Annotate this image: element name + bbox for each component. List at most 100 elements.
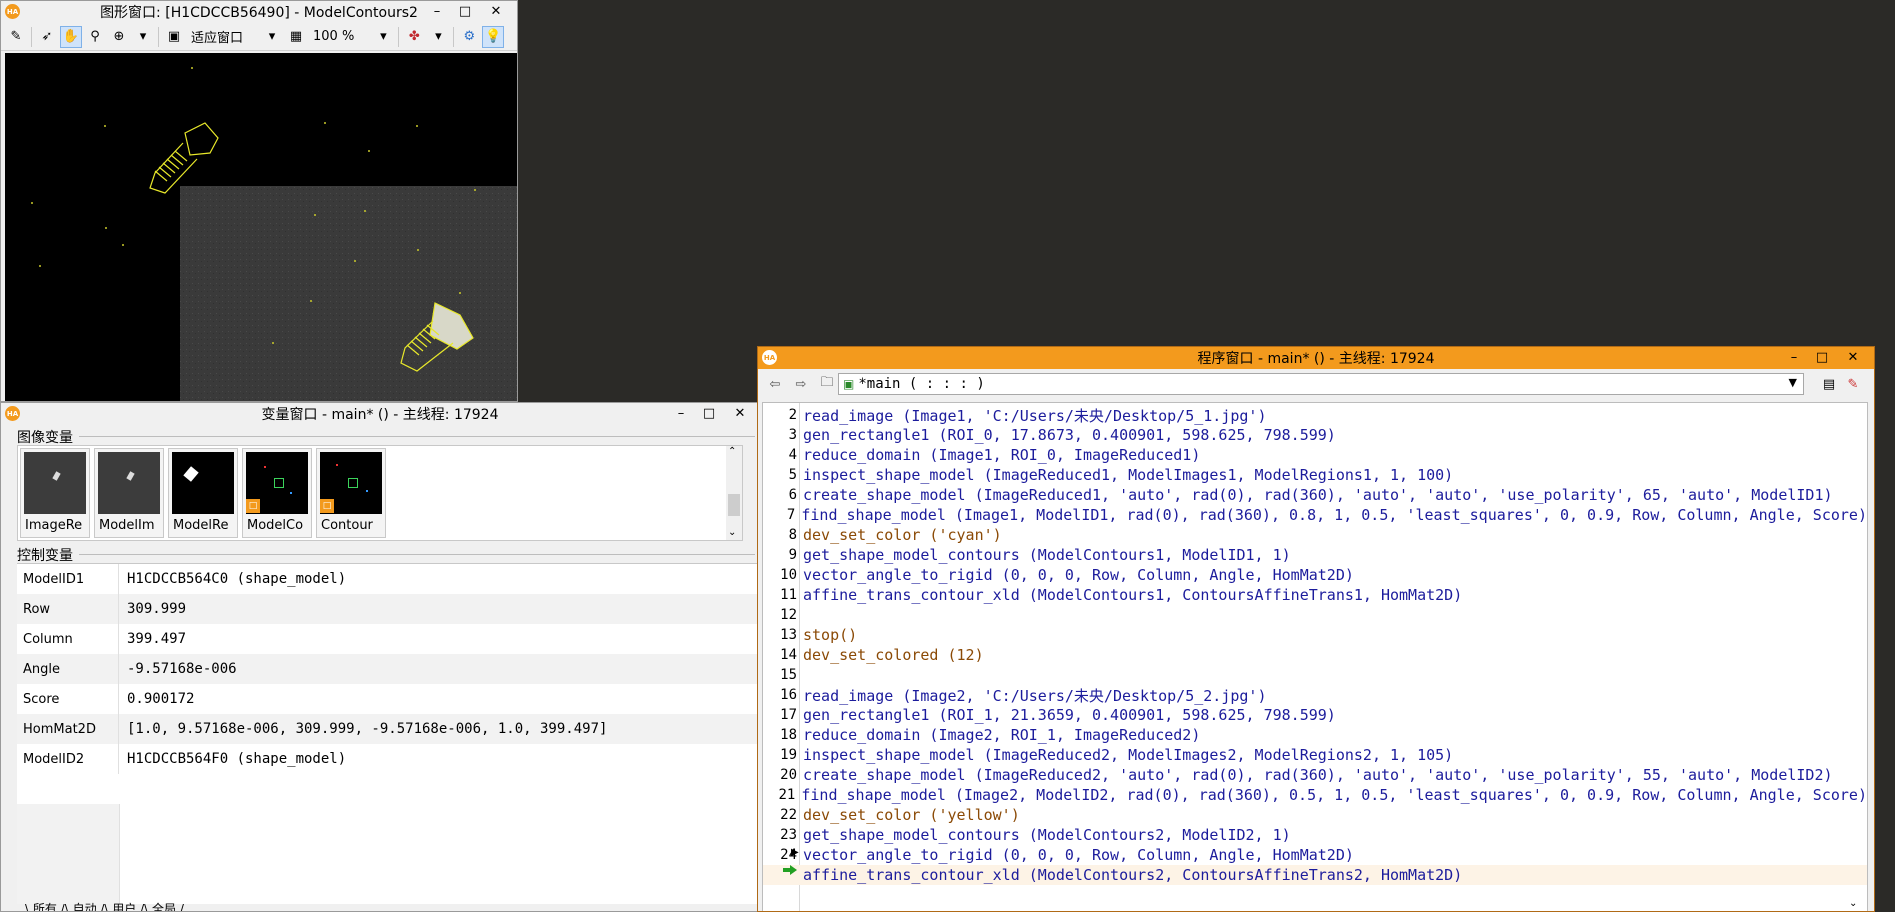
code-line[interactable]: 6 create_shape_model (ImageReduced1, 'aut… [763,485,1867,505]
procedure-edit-icon[interactable]: ▤ [1818,373,1840,395]
graphics-toolbar: ✎ ➶ ✋ ⚲ ⊕ ▾ ▣ 适应窗口 ▾ ▦ 100 % ▾ ✤ ▾ ⚙ 💡 [1,23,517,51]
line-number: 20 [780,767,797,783]
back-arrow-icon[interactable]: ⇦ [764,373,786,395]
control-var-name: Row [17,594,119,624]
code-text: read_image (Image2, 'C:/Users/未央/Desktop… [803,686,1267,705]
code-line[interactable]: 8 dev_set_color ('cyan') [763,525,1867,545]
code-line[interactable]: 21 find_shape_model (Image2, ModelID2, ra… [763,785,1868,805]
code-line[interactable]: 9 get_shape_model_contours (ModelContours… [763,545,1867,565]
code-text: dev_set_colored (12) [803,646,984,664]
code-text: get_shape_model_contours (ModelContours2… [803,826,1291,844]
program-window-titlebar[interactable]: HA 程序窗口 - main* () - 主线程: 17924 – □ ✕ [758,347,1874,369]
control-var-name: Column [17,624,119,654]
color-dropdown[interactable]: ▾ [427,26,449,48]
graphics-window: HA 图形窗口: [H1CDCCB56490] - ModelContours2… [0,0,518,402]
code-line[interactable]: 2 read_image (Image1, 'C:/Users/未央/Deskto… [763,405,1867,425]
iconic-var-name: ImageRe [25,518,83,533]
fit-window-icon[interactable]: ▣ [163,26,185,48]
code-line[interactable]: 5 inspect_shape_model (ImageReduced1, Mod… [763,465,1867,485]
line-number: 4 [788,447,797,463]
code-line[interactable]: 19 inspect_shape_model (ImageReduced2, Mo… [763,745,1867,765]
graphics-window-titlebar[interactable]: HA 图形窗口: [H1CDCCB56490] - ModelContours2… [1,1,517,23]
code-line[interactable]: 4 reduce_domain (Image1, ROI_0, ImageRedu… [763,445,1867,465]
code-line[interactable]: 3 gen_rectangle1 (ROI_0, 17.8673, 0.40090… [763,425,1867,445]
zoom-dropdown[interactable]: ▾ [132,26,154,48]
control-var-value: 0.900172 [127,691,195,707]
program-code-editor[interactable]: 2 read_image (Image1, 'C:/Users/未央/Deskto… [762,402,1868,911]
close-icon[interactable]: ✕ [1836,347,1870,367]
scroll-down-icon[interactable]: ⌄ [728,527,736,538]
iconic-var-thumbnail[interactable]: □ ModelCo [242,448,312,538]
scroll-down-icon[interactable]: ⌄ [1849,898,1863,911]
pencil-icon[interactable]: ✎ [5,26,27,48]
fit-window-dropdown[interactable]: ▾ [261,26,283,48]
iconic-var-thumbnail[interactable]: ModelIm [94,448,164,538]
scroll-up-icon[interactable]: ⌃ [728,446,736,457]
roi-tool-icon[interactable]: ⚙ [458,26,480,48]
code-line[interactable]: 14 dev_set_colored (12) [763,645,1867,665]
control-var-name: Angle [17,654,119,684]
procedure-name: *main ( : : : ) [858,376,985,392]
control-var-row[interactable]: Column 399.497 [17,624,759,654]
maximize-icon[interactable]: □ [451,1,479,21]
code-text: inspect_shape_model (ImageReduced1, Mode… [803,466,1454,484]
minimize-icon[interactable]: – [1780,347,1808,367]
code-line[interactable]: 10 vector_angle_to_rigid (0, 0, 0, Row, C… [763,565,1867,585]
hand-icon[interactable]: ✋ [60,25,82,48]
code-line[interactable]: 13 stop() [763,625,1867,645]
code-line[interactable]: 16 read_image (Image2, 'C:/Users/未央/Deskt… [763,685,1867,705]
zoom-in-icon[interactable]: ⊕ [108,26,130,48]
program-counter-arrow-icon [783,865,797,875]
color-palette-icon[interactable]: ✤ [403,26,425,48]
code-text: read_image (Image1, 'C:/Users/未央/Desktop… [803,406,1267,425]
close-icon[interactable]: ✕ [723,403,757,423]
minimize-icon[interactable]: – [667,403,695,423]
iconic-var-thumbnail[interactable]: ModelRe [168,448,238,538]
iconic-panel-scrollbar[interactable]: ⌃ ⌄ [726,446,742,540]
control-var-row[interactable]: ModelID1 H1CDCCB564C0 (shape_model) [17,564,759,594]
pointer-icon[interactable]: ➶ [36,26,58,48]
fit-window-label[interactable]: 适应窗口 [187,26,247,48]
control-var-value: 399.497 [127,631,187,647]
code-line[interactable]: 23 get_shape_model_contours (ModelContour… [763,825,1867,845]
close-icon[interactable]: ✕ [479,1,513,21]
code-line[interactable]: 20 create_shape_model (ImageReduced2, 'au… [763,765,1867,785]
control-var-row[interactable]: Score 0.900172 [17,684,759,714]
forward-arrow-icon[interactable]: ⇨ [790,373,812,395]
control-var-row[interactable]: HomMat2D [1.0, 9.57168e-006, 309.999, -9… [17,714,759,744]
procedure-delete-icon[interactable]: ✎ [1842,373,1864,395]
code-line[interactable]: 15 [763,665,1867,685]
zoom-percent-icon[interactable]: ▦ [285,26,307,48]
code-line-current[interactable]: affine_trans_contour_xld (ModelContours2… [763,865,1867,885]
iconic-var-thumbnail[interactable]: □ Contour [316,448,386,538]
variable-window-titlebar[interactable]: HA 变量窗口 - main* () - 主线程: 17924 – □ ✕ [1,403,759,425]
code-line[interactable]: 7 find_shape_model (Image1, ModelID1, rad… [763,505,1867,525]
code-line[interactable]: 17 gen_rectangle1 (ROI_1, 21.3659, 0.4009… [763,705,1867,725]
line-number: 14 [780,647,797,663]
variable-scope-tabs[interactable]: \ 所有 /\ 自动 /\ 用户 /\ 全局 / [25,900,184,911]
iconic-var-thumbnail[interactable]: ImageRe [20,448,90,538]
magnifier-icon[interactable]: ⚲ [84,26,106,48]
scrollbar-thumb[interactable] [728,494,740,516]
control-var-row[interactable]: Row 309.999 [17,594,759,624]
control-var-row[interactable]: ModelID2 H1CDCCB564F0 (shape_model) [17,744,759,774]
image-display-canvas[interactable] [5,53,517,401]
zoom-percent-label[interactable]: 100 % [309,26,358,48]
minimize-icon[interactable]: – [423,1,451,21]
code-line[interactable]: 18 reduce_domain (Image2, ROI_1, ImageRed… [763,725,1867,745]
code-line[interactable]: 24 vector_angle_to_rigid (0, 0, 0, Row, C… [763,845,1867,865]
procedure-selector[interactable]: ▣ *main ( : : : ) ▼ [838,373,1804,395]
maximize-icon[interactable]: □ [1808,347,1836,367]
control-var-row[interactable]: Angle -9.57168e-006 [17,654,759,684]
folder-icon[interactable]: 🗀 [816,373,838,395]
zoom-percent-dropdown[interactable]: ▾ [372,26,394,48]
code-line[interactable]: 12 [763,605,1867,625]
code-line[interactable]: 11 affine_trans_contour_xld (ModelContour… [763,585,1867,605]
code-line[interactable]: 22 dev_set_color ('yellow') [763,805,1867,825]
chevron-down-icon[interactable]: ▼ [1789,376,1797,389]
maximize-icon[interactable]: □ [695,403,723,423]
code-text: create_shape_model (ImageReduced2, 'auto… [803,766,1833,784]
code-text: affine_trans_contour_xld (ModelContours2… [803,866,1463,884]
line-number: 3 [788,427,797,443]
lightbulb-icon[interactable]: 💡 [482,25,505,48]
